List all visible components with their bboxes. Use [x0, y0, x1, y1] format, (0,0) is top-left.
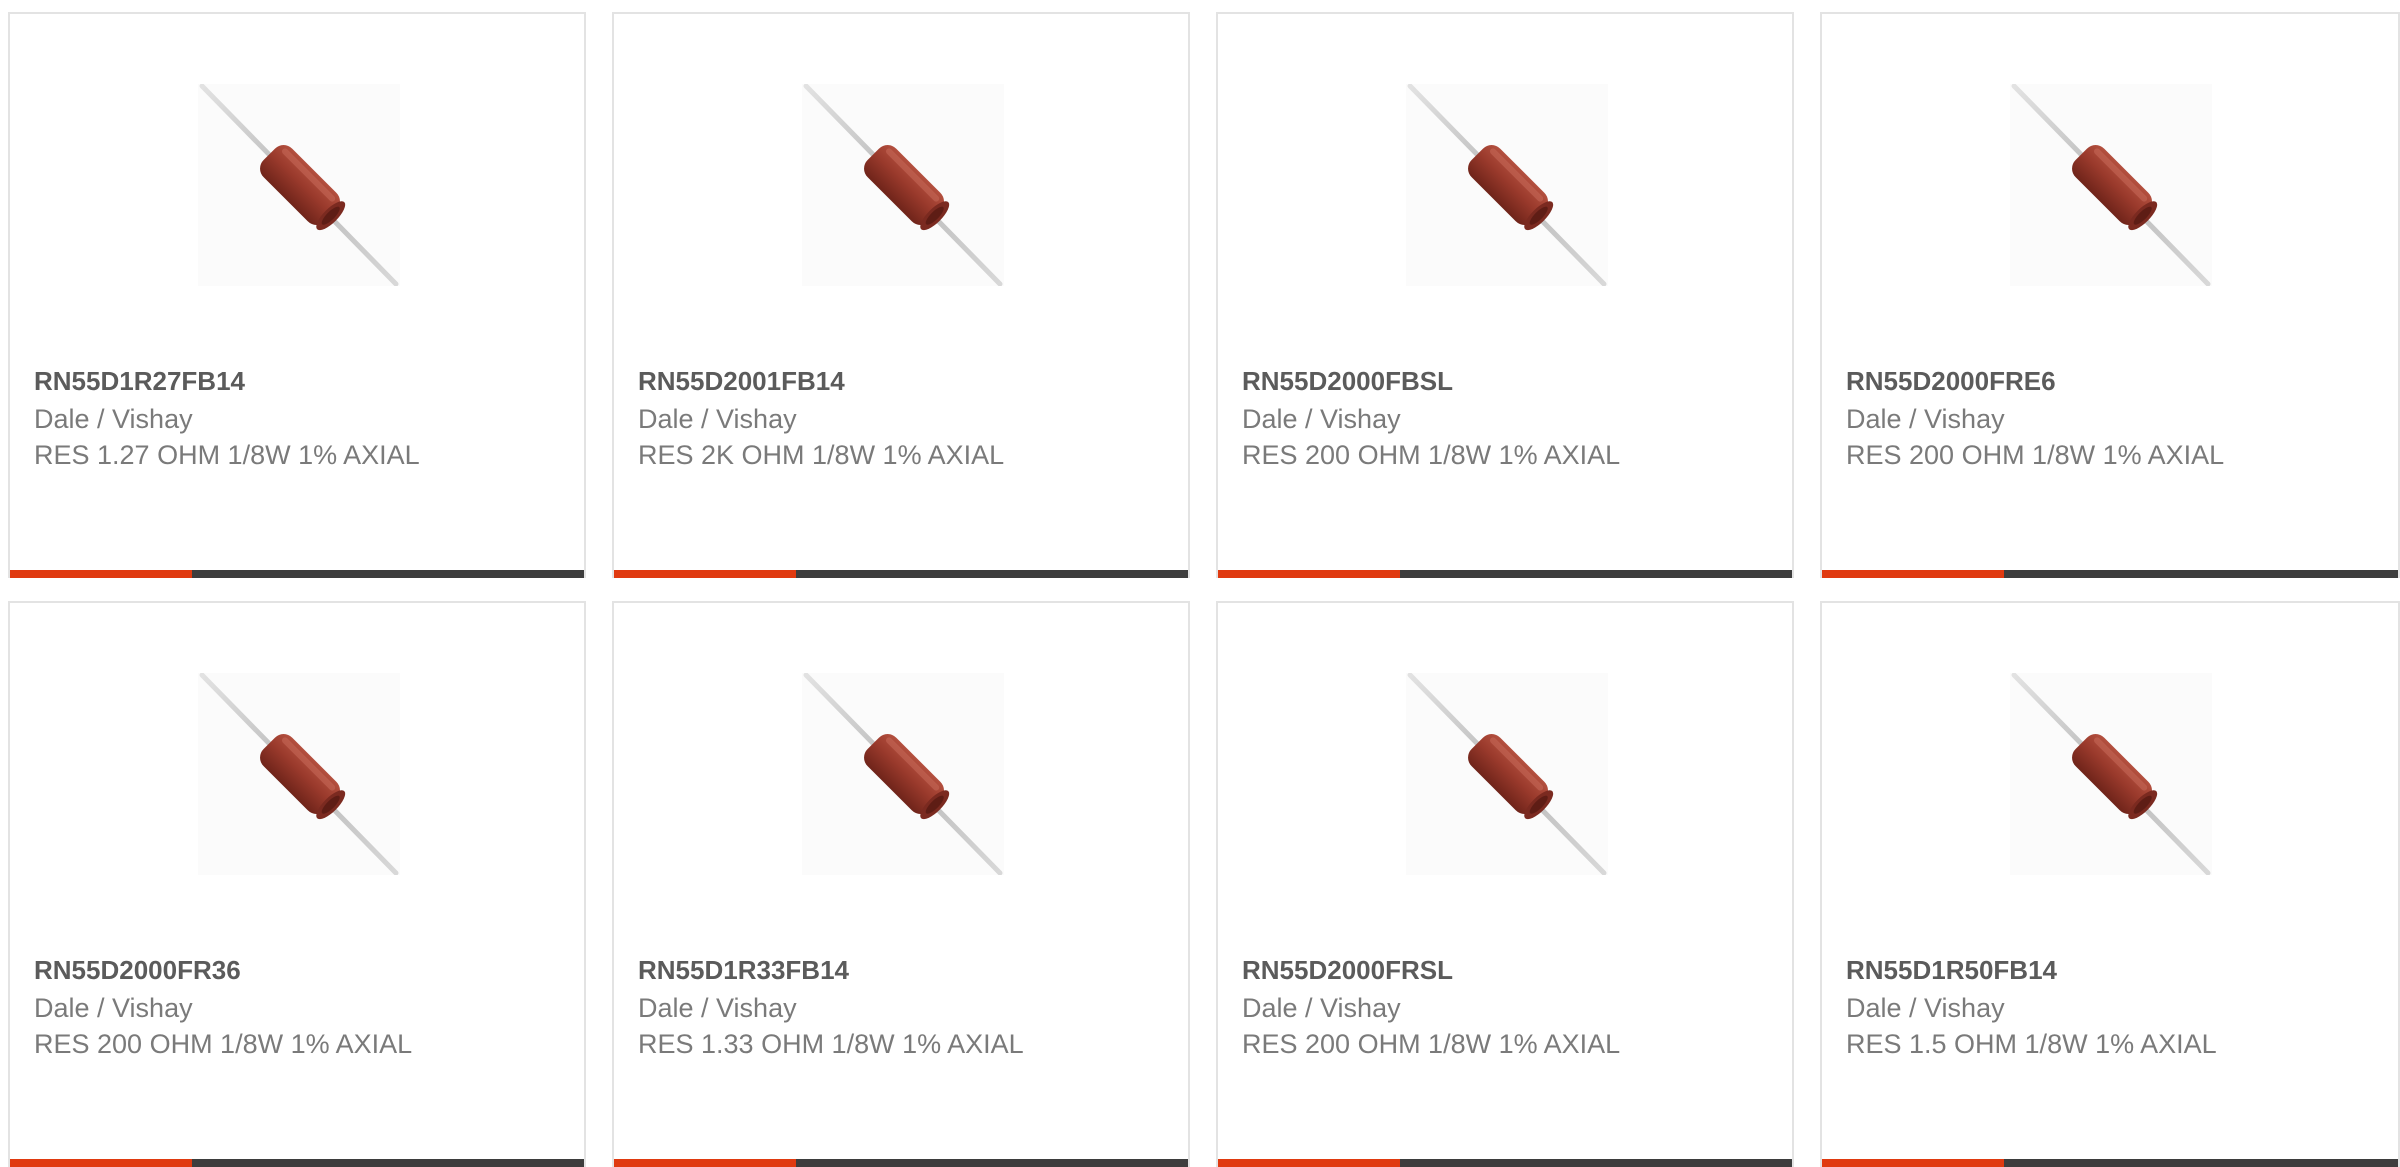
product-card[interactable]: RN55D2000FR36 Dale / Vishay RES 200 OHM … [8, 601, 586, 1167]
part-number: RN55D1R33FB14 [638, 955, 849, 985]
card-bottom-bar [1822, 1159, 2398, 1167]
card-bottom-bar [1822, 570, 2398, 578]
axial-resistor-icon [2010, 673, 2212, 875]
part-number: RN55D2001FB14 [638, 366, 845, 396]
product-description: RES 200 OHM 1/8W 1% AXIAL [1242, 1029, 1621, 1059]
card-bottom-bar [10, 570, 584, 578]
card-accent-bar [1822, 570, 2004, 578]
product-card[interactable]: RN55D1R27FB14 Dale / Vishay RES 1.27 OHM… [8, 12, 586, 578]
product-description: RES 200 OHM 1/8W 1% AXIAL [1242, 440, 1621, 470]
product-card[interactable]: RN55D2000FBSL Dale / Vishay RES 200 OHM … [1216, 12, 1794, 578]
part-number: RN55D2000FBSL [1242, 366, 1453, 396]
part-number: RN55D1R27FB14 [34, 366, 245, 396]
card-accent-bar [614, 1159, 796, 1167]
axial-resistor-icon [2010, 84, 2212, 286]
product-description: RES 1.33 OHM 1/8W 1% AXIAL [638, 1029, 1024, 1059]
card-bottom-bar [1218, 570, 1792, 578]
product-description: RES 1.5 OHM 1/8W 1% AXIAL [1846, 1029, 2217, 1059]
manufacturer: Dale / Vishay [1846, 993, 2005, 1023]
product-card[interactable]: RN55D2000FRE6 Dale / Vishay RES 200 OHM … [1820, 12, 2400, 578]
product-description: RES 2K OHM 1/8W 1% AXIAL [638, 440, 1005, 470]
product-description: RES 1.27 OHM 1/8W 1% AXIAL [34, 440, 420, 470]
part-number: RN55D2000FRE6 [1846, 366, 2056, 396]
part-number: RN55D2000FRSL [1242, 955, 1453, 985]
card-accent-bar [1218, 1159, 1400, 1167]
product-description: RES 200 OHM 1/8W 1% AXIAL [34, 1029, 413, 1059]
axial-resistor-icon [1406, 673, 1608, 875]
product-card[interactable]: RN55D2001FB14 Dale / Vishay RES 2K OHM 1… [612, 12, 1190, 578]
card-accent-bar [1822, 1159, 2004, 1167]
card-accent-bar [1218, 570, 1400, 578]
manufacturer: Dale / Vishay [1242, 993, 1401, 1023]
product-card[interactable]: RN55D1R33FB14 Dale / Vishay RES 1.33 OHM… [612, 601, 1190, 1167]
manufacturer: Dale / Vishay [638, 993, 797, 1023]
axial-resistor-icon [1406, 84, 1608, 286]
manufacturer: Dale / Vishay [34, 993, 193, 1023]
part-number: RN55D1R50FB14 [1846, 955, 2057, 985]
card-bottom-bar [614, 570, 1188, 578]
axial-resistor-icon [802, 84, 1004, 286]
card-bottom-bar [614, 1159, 1188, 1167]
card-accent-bar [614, 570, 796, 578]
manufacturer: Dale / Vishay [1846, 404, 2005, 434]
axial-resistor-icon [198, 84, 400, 286]
card-bottom-bar [1218, 1159, 1792, 1167]
product-description: RES 200 OHM 1/8W 1% AXIAL [1846, 440, 2225, 470]
product-card[interactable]: RN55D1R50FB14 Dale / Vishay RES 1.5 OHM … [1820, 601, 2400, 1167]
card-bottom-bar [10, 1159, 584, 1167]
product-grid: RN55D1R27FB14 Dale / Vishay RES 1.27 OHM… [0, 0, 2400, 1167]
product-card[interactable]: RN55D2000FRSL Dale / Vishay RES 200 OHM … [1216, 601, 1794, 1167]
axial-resistor-icon [802, 673, 1004, 875]
manufacturer: Dale / Vishay [34, 404, 193, 434]
card-accent-bar [10, 1159, 192, 1167]
manufacturer: Dale / Vishay [638, 404, 797, 434]
card-accent-bar [10, 570, 192, 578]
part-number: RN55D2000FR36 [34, 955, 241, 985]
axial-resistor-icon [198, 673, 400, 875]
manufacturer: Dale / Vishay [1242, 404, 1401, 434]
